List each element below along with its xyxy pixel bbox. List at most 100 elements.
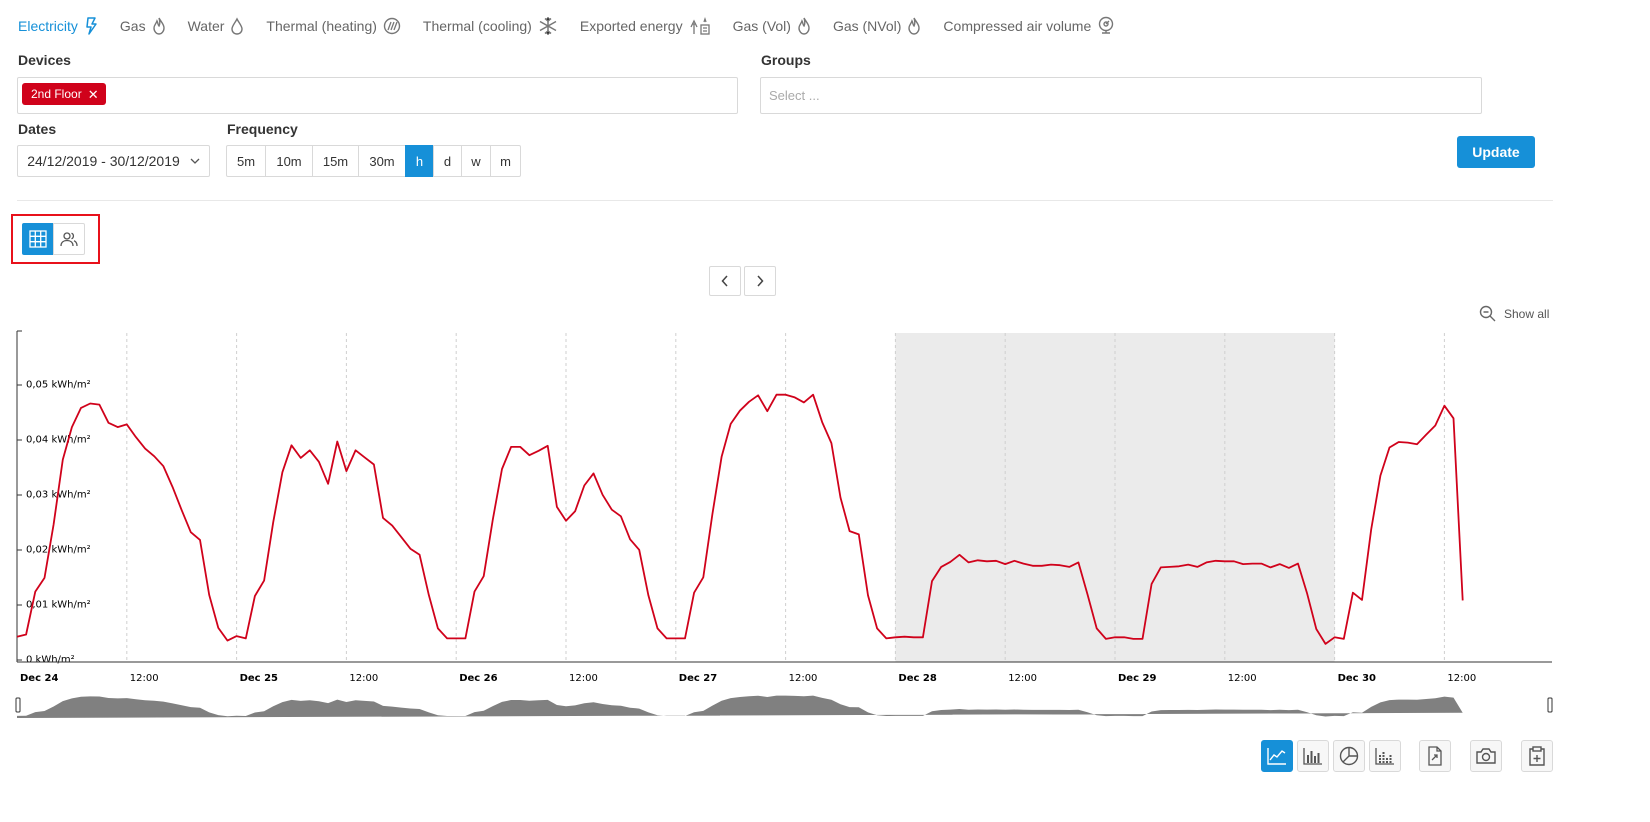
- export-button[interactable]: [1419, 740, 1451, 772]
- freq-w[interactable]: w: [461, 145, 491, 177]
- devices-select[interactable]: 2nd Floor ✕: [17, 77, 738, 114]
- chevron-left-icon: [721, 275, 728, 287]
- exported-energy-icon: [690, 16, 710, 35]
- x-tick-label: 12:00: [130, 673, 159, 684]
- users-icon: [60, 232, 78, 247]
- tab-label: Exported energy: [579, 18, 683, 34]
- energy-tabs: Electricity Gas Water Thermal (heating) …: [18, 14, 1137, 38]
- close-icon[interactable]: ✕: [88, 88, 99, 101]
- tab-label: Compressed air volume: [943, 18, 1092, 34]
- tab-label: Thermal (cooling): [422, 18, 532, 34]
- devices-label: Devices: [18, 52, 71, 68]
- tab-label: Gas (Vol): [732, 18, 791, 34]
- prev-button[interactable]: [709, 266, 741, 296]
- pie-chart-icon: [1339, 746, 1359, 766]
- freq-30m[interactable]: 30m: [358, 145, 406, 177]
- x-tick-label: 12:00: [349, 673, 378, 684]
- tab-electricity[interactable]: Electricity: [18, 14, 98, 38]
- freq-15m[interactable]: 15m: [312, 145, 359, 177]
- x-tick-label: Dec 24: [20, 673, 58, 684]
- tab-label: Water: [187, 18, 225, 34]
- show-all-label: Show all: [1504, 306, 1550, 321]
- x-tick-label: 12:00: [1447, 673, 1476, 684]
- update-button[interactable]: Update: [1457, 136, 1535, 168]
- y-tick-label: 0,04 kWh/m²: [26, 435, 91, 446]
- navigator-area: [17, 695, 1463, 718]
- x-tick-label: Dec 27: [679, 673, 717, 684]
- chevron-right-icon: [757, 275, 764, 287]
- frequency-group: 5m 10m 15m 30m h d w m: [226, 145, 521, 177]
- date-range-picker[interactable]: 24/12/2019 - 30/12/2019: [17, 145, 210, 177]
- x-tick-label: Dec 25: [240, 673, 278, 684]
- stacked-bar-button[interactable]: [1369, 740, 1401, 772]
- stacked-bar-icon: [1375, 748, 1394, 765]
- line-chart-icon: [1267, 748, 1286, 765]
- frequency-label: Frequency: [227, 121, 298, 137]
- freq-10m[interactable]: 10m: [265, 145, 313, 177]
- flame-icon: [152, 17, 165, 35]
- tab-label: Gas: [119, 18, 146, 34]
- y-tick-label: 0 kWh/m²: [26, 655, 75, 666]
- clipboard-add-icon: [1529, 746, 1545, 766]
- view-toggle: [22, 223, 85, 255]
- flame-icon: [798, 17, 810, 35]
- freq-d[interactable]: d: [433, 145, 462, 177]
- group-view-button[interactable]: [53, 223, 85, 255]
- groups-select[interactable]: Select ...: [760, 77, 1482, 114]
- x-tick-label: Dec 28: [898, 673, 936, 684]
- device-tag[interactable]: 2nd Floor ✕: [22, 83, 106, 105]
- export-file-icon: [1428, 746, 1442, 766]
- grid-icon: [29, 230, 47, 248]
- tab-gas-vol[interactable]: Gas (Vol): [733, 14, 811, 38]
- x-tick-label: 12:00: [1008, 673, 1037, 684]
- line-chart-button[interactable]: [1261, 740, 1293, 772]
- bar-chart-button[interactable]: [1297, 740, 1329, 772]
- groups-label: Groups: [761, 52, 811, 68]
- date-range-value: 24/12/2019 - 30/12/2019: [27, 153, 180, 169]
- pie-chart-button[interactable]: [1333, 740, 1365, 772]
- device-tag-label: 2nd Floor: [31, 87, 82, 101]
- tab-gas-nvol[interactable]: Gas (NVol): [833, 14, 921, 38]
- screenshot-button[interactable]: [1470, 740, 1502, 772]
- freq-h[interactable]: h: [405, 145, 434, 177]
- energy-line-chart: 0 kWh/m²0,01 kWh/m²0,02 kWh/m²0,03 kWh/m…: [15, 330, 1553, 718]
- navigator-handle-right[interactable]: [1547, 697, 1553, 713]
- freq-5m[interactable]: 5m: [226, 145, 266, 177]
- tab-gas[interactable]: Gas: [120, 14, 166, 38]
- heating-icon: [383, 17, 401, 35]
- next-button[interactable]: [744, 266, 776, 296]
- groups-placeholder: Select ...: [769, 88, 820, 103]
- freq-m[interactable]: m: [490, 145, 521, 177]
- x-tick-label: 12:00: [569, 673, 598, 684]
- x-tick-label: Dec 29: [1118, 673, 1156, 684]
- x-tick-label: Dec 26: [459, 673, 497, 684]
- show-all-button[interactable]: Show all: [1479, 305, 1549, 322]
- y-tick-label: 0,02 kWh/m²: [26, 545, 91, 556]
- tab-thermal-cooling[interactable]: Thermal (cooling): [423, 14, 558, 38]
- x-tick-label: Dec 30: [1338, 673, 1376, 684]
- chevron-down-icon: [190, 158, 200, 164]
- x-tick-label: 12:00: [789, 673, 818, 684]
- divider: [17, 200, 1553, 201]
- bar-chart-icon: [1303, 748, 1322, 765]
- lightning-icon: [86, 17, 97, 35]
- add-to-report-button[interactable]: [1521, 740, 1553, 772]
- tab-compressed-air[interactable]: Compressed air volume: [943, 14, 1115, 38]
- tab-thermal-heating[interactable]: Thermal (heating): [266, 14, 401, 38]
- navigator-handle-left[interactable]: [15, 697, 21, 713]
- flame-icon: [908, 17, 921, 35]
- tab-label: Gas (NVol): [832, 18, 902, 34]
- tab-label: Electricity: [18, 18, 78, 34]
- water-drop-icon: [231, 17, 244, 35]
- x-tick-label: 12:00: [1228, 673, 1257, 684]
- y-tick-label: 0,05 kWh/m²: [26, 380, 91, 391]
- tab-exported-energy[interactable]: Exported energy: [580, 14, 711, 38]
- tab-label: Thermal (heating): [266, 18, 377, 34]
- y-tick-label: 0,01 kWh/m²: [26, 600, 91, 611]
- tab-water[interactable]: Water: [188, 14, 245, 38]
- camera-icon: [1476, 748, 1496, 764]
- dates-label: Dates: [18, 121, 57, 137]
- grid-view-button[interactable]: [22, 223, 54, 255]
- compressed-air-icon: [1099, 16, 1114, 34]
- zoom-out-icon: [1479, 305, 1496, 322]
